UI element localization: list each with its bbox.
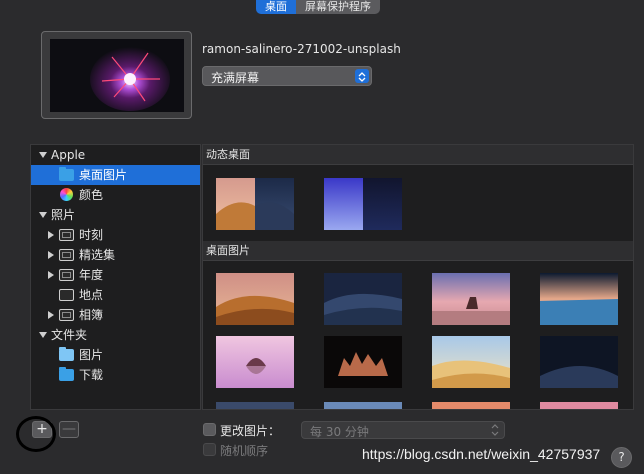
random-order-checkbox[interactable] [203,443,216,456]
change-interval-value: 每 30 分钟 [310,425,369,439]
wallpaper-name: ramon-salinero-271002-unsplash [202,42,401,56]
source-sidebar: Apple 桌面图片 颜色 照片 时刻 精选集 年度 地点 相簿 文件夹 图片 … [30,144,201,410]
help-button[interactable]: ? [611,447,632,468]
sidebar-item-label: 地点 [79,288,104,302]
watermark-text: https://blog.csdn.net/weixin_42757937 [362,446,601,462]
wallpaper-thumb[interactable] [540,273,618,325]
tab-desktop[interactable]: 桌面 [256,0,296,14]
wallpaper-thumb[interactable] [216,273,294,325]
sidebar-item-label: 精选集 [79,248,116,262]
wallpaper-thumb[interactable] [432,399,510,409]
wallpaper-thumb-mojave-dynamic[interactable] [216,178,294,230]
sidebar-item-collections[interactable]: 精选集 [31,245,200,265]
pictures-folder-icon [59,347,74,361]
sidebar-item-moments[interactable]: 时刻 [31,225,200,245]
sidebar-group-photos[interactable]: 照片 [31,205,200,225]
tab-screen-saver[interactable]: 屏幕保护程序 [296,0,380,14]
sidebar-group-label: 照片 [51,208,76,222]
disclosure-down-icon[interactable] [39,332,47,338]
wallpaper-thumb[interactable] [324,273,402,325]
random-order-label: 随机顺序 [220,444,269,458]
wallpaper-thumb[interactable] [432,273,510,325]
sidebar-item-desktop-pictures[interactable]: 桌面图片 [31,165,200,185]
chevron-updown-icon [355,69,369,83]
sidebar-item-downloads[interactable]: 下载 [31,365,200,385]
sidebar-item-label: 下载 [79,368,104,382]
remove-folder-button[interactable]: — [59,421,79,438]
sidebar-item-label: 相簿 [79,308,104,322]
sidebar-group-label: 文件夹 [51,328,88,342]
wallpaper-thumb[interactable] [540,336,618,388]
tab-bar: 桌面 屏幕保护程序 [256,0,380,14]
fit-mode-popup[interactable]: 充满屏幕 [202,66,372,86]
section-header-dynamic: 动态桌面 [203,145,633,165]
color-wheel-icon [60,188,73,201]
sidebar-item-label: 桌面图片 [79,168,128,182]
sidebar-group-label: Apple [51,148,86,162]
sidebar-item-colors[interactable]: 颜色 [31,185,200,205]
annotation-circle [16,416,56,452]
disclosure-down-icon[interactable] [39,152,47,158]
wallpaper-thumb[interactable] [216,399,294,409]
wallpaper-thumb[interactable] [216,336,294,388]
sidebar-item-label: 时刻 [79,228,104,242]
sidebar-group-folders[interactable]: 文件夹 [31,325,200,345]
sidebar-item-albums[interactable]: 相簿 [31,305,200,325]
wallpaper-browser: 动态桌面 桌面图片 [202,144,634,410]
sidebar-item-label: 年度 [79,268,104,282]
sidebar-item-pictures[interactable]: 图片 [31,345,200,365]
change-interval-popup[interactable]: 每 30 分钟 [301,421,505,439]
chevron-updown-icon [491,424,499,439]
downloads-folder-icon [59,367,74,381]
places-icon [59,289,74,301]
fit-mode-value: 充满屏幕 [211,71,260,85]
album-icon [59,229,74,241]
sidebar-item-places[interactable]: 地点 [31,285,200,305]
wallpaper-preview-image [50,39,184,112]
disclosure-right-icon[interactable] [48,271,54,279]
album-icon [59,309,74,321]
disclosure-down-icon[interactable] [39,212,47,218]
section-header-desktop-pictures: 桌面图片 [203,241,633,261]
change-picture-checkbox[interactable] [203,423,216,436]
wallpaper-thumb-solar-gradients[interactable] [324,178,402,230]
wallpaper-thumb[interactable] [540,399,618,409]
disclosure-right-icon[interactable] [48,231,54,239]
album-icon [59,269,74,281]
album-icon [59,249,74,261]
wallpaper-thumb[interactable] [324,399,402,409]
wallpaper-thumb[interactable] [324,336,402,388]
change-picture-label: 更改图片： [220,424,281,438]
sidebar-group-apple[interactable]: Apple [31,145,200,165]
wallpaper-thumb[interactable] [432,336,510,388]
sidebar-item-years[interactable]: 年度 [31,265,200,285]
sidebar-item-label: 颜色 [79,188,104,202]
disclosure-right-icon[interactable] [48,251,54,259]
wallpaper-preview [41,31,192,119]
sidebar-item-label: 图片 [79,348,104,362]
disclosure-right-icon[interactable] [48,311,54,319]
folder-icon [59,167,74,181]
